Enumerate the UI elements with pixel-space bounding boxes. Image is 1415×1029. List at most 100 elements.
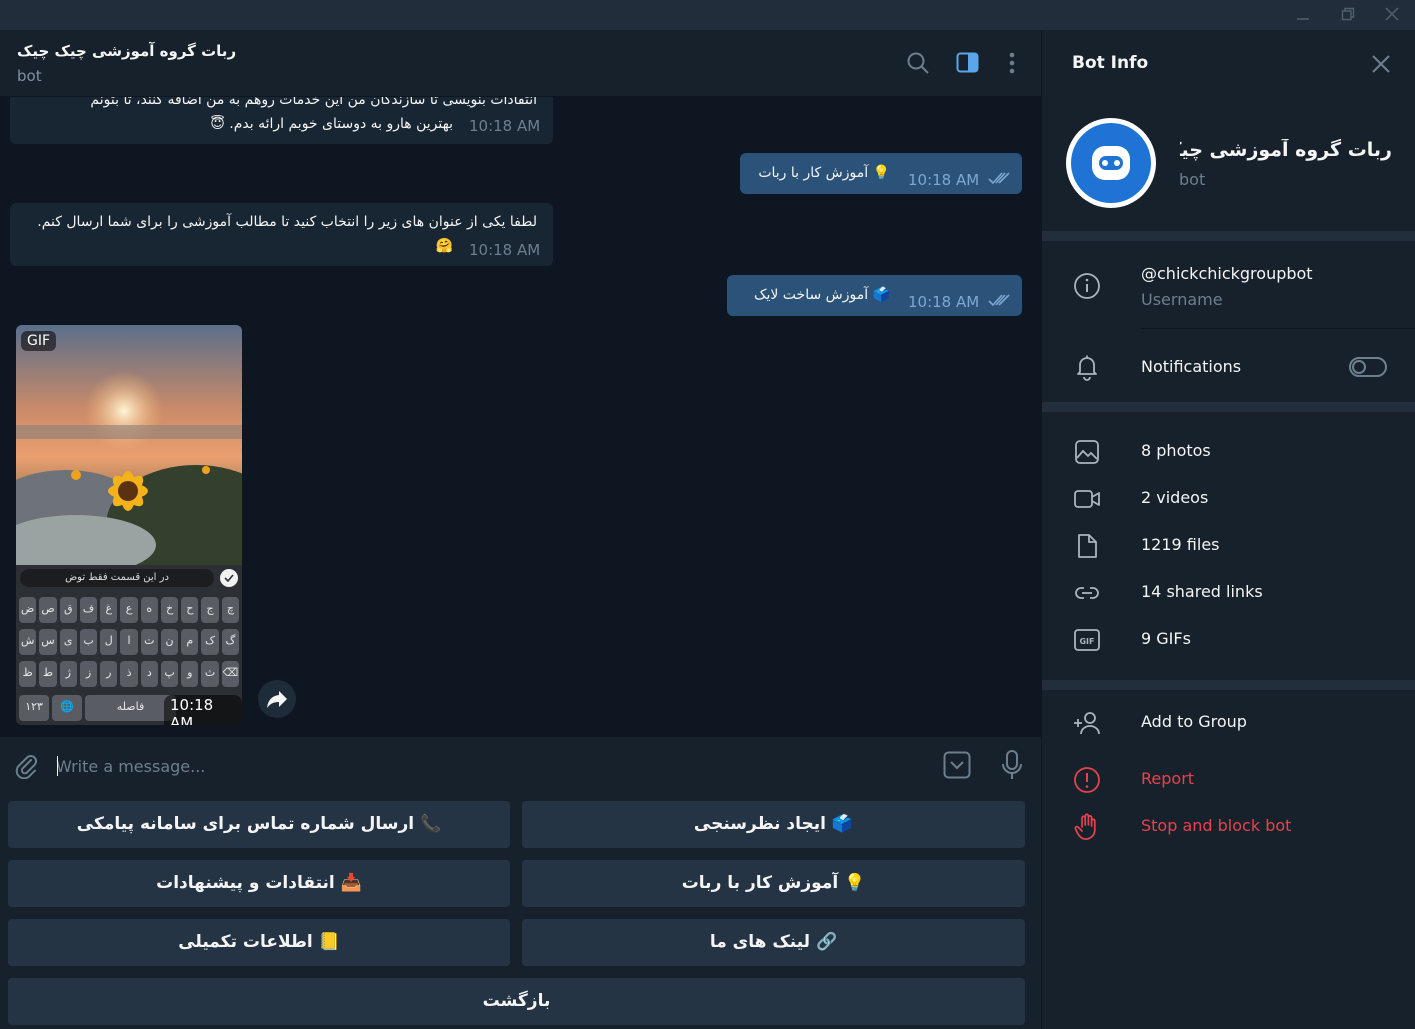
media-shared-links[interactable]: 14 shared links [1141, 582, 1263, 601]
bot-info-panel: Bot Info ربات گروه آموزشی چیک ... bot @c… [1042, 30, 1415, 1029]
media-gifs[interactable]: 9 GIFs [1141, 629, 1191, 648]
keyboard-key: ر [100, 661, 118, 687]
chat-title[interactable]: ربات گروه آموزشی چیک چیک [17, 42, 236, 60]
file-icon [1072, 531, 1102, 561]
message-time: 10:18 AM [908, 171, 980, 189]
close-panel-icon[interactable] [1369, 52, 1393, 76]
toggle-knob [1352, 360, 1366, 374]
keyboard-button-sms-contact[interactable]: 📞 ارسال شماره تماس برای سامانه پیامکی [8, 801, 510, 848]
avatar[interactable] [1066, 118, 1156, 208]
keyboard-key: د [140, 661, 158, 687]
message-time: 10:18 AM [469, 117, 541, 135]
keyboard-key: ک [201, 629, 219, 655]
section-separator [1042, 402, 1415, 412]
message-text: 💡 آموزش کار با ربات [758, 165, 890, 181]
keyboard-button-more-info[interactable]: 📒 اطلاعات تکمیلی [8, 919, 510, 966]
keyboard-key: ث [201, 661, 219, 687]
keyboard-key: چ [221, 597, 239, 623]
more-vertical-icon[interactable] [999, 50, 1025, 76]
caption-field: در این قسمت فقط توض [20, 569, 214, 587]
keyboard-key: ش [19, 629, 37, 655]
keyboard-key: خ [160, 597, 179, 623]
keyboard-key: ح [181, 597, 199, 623]
message-text-line: انتقادات بنویسی تا سازندکان من این خدمات… [90, 97, 537, 108]
keyboard-key: ن [160, 629, 179, 655]
row-divider [1141, 328, 1415, 329]
keyboard-button-our-links[interactable]: 🔗 لینک های ما [522, 919, 1025, 966]
add-to-group-button[interactable]: Add to Group [1141, 712, 1247, 731]
keyboard-row: ⌫ ث و پ د ذ ر ز ژ ط ظ [16, 661, 242, 687]
username-label: Username [1141, 290, 1223, 309]
keyboard-key: ا [120, 629, 138, 655]
keyboard-key: غ [100, 597, 118, 623]
keyboard-key: فاصله [85, 695, 176, 721]
keyboard-key: س [39, 629, 57, 655]
keyboard-key: ب [79, 629, 98, 655]
stop-block-bot-button[interactable]: Stop and block bot [1141, 816, 1291, 835]
svg-text:GIF: GIF [1079, 637, 1094, 646]
gif-badge: GIF [21, 331, 57, 351]
message-text-line: لطفا یکی از عنوان های زیر را انتخاب کنید… [37, 214, 537, 230]
chat-header[interactable]: ربات گروه آموزشی چیک چیک bot [0, 30, 1041, 97]
forward-button[interactable] [258, 680, 296, 718]
notifications-toggle[interactable] [1349, 357, 1387, 377]
read-ticks-icon [988, 294, 1010, 307]
info-icon [1072, 271, 1102, 301]
report-button[interactable]: Report [1141, 769, 1194, 788]
keyboard-key: ت [140, 629, 158, 655]
keyboard-key: 🌐 [52, 695, 83, 721]
section-separator [1042, 680, 1415, 690]
keyboard-key: ج [201, 597, 219, 623]
keyboard-key: ⌫ [221, 661, 239, 687]
username-value[interactable]: @chickchickgroupbot [1141, 264, 1313, 283]
video-icon [1072, 484, 1102, 514]
report-icon [1072, 765, 1102, 795]
media-videos[interactable]: 2 videos [1141, 488, 1208, 507]
forward-icon [267, 691, 287, 708]
message-text: 🗳️ آموزش ساخت لایک [753, 287, 890, 303]
keyboard-key: ظ [19, 661, 37, 687]
link-icon [1072, 578, 1102, 608]
keyboard-row: چ ج ح خ ه ع غ ف ق ص ض [16, 597, 242, 623]
reply-keyboard: 📞 ارسال شماره تماس برای سامانه پیامکی 🗳️… [0, 793, 1041, 1029]
read-ticks-icon [988, 172, 1010, 185]
microphone-icon[interactable] [998, 749, 1026, 781]
message-outgoing[interactable]: 🗳️ آموزش ساخت لایک 10:18 AM [727, 275, 1022, 316]
message-composer[interactable] [0, 737, 1041, 793]
keyboard-button-bot-tutorial[interactable]: 💡 آموزش کار با ربات [522, 860, 1025, 907]
bot-keyboard-icon[interactable] [943, 751, 971, 779]
minimize-icon[interactable] [1289, 4, 1317, 26]
message-incoming[interactable]: انتقادات بنویسی تا سازندکان من این خدمات… [10, 97, 553, 144]
window-titlebar [0, 0, 1415, 30]
message-outgoing[interactable]: 💡 آموزش کار با ربات 10:18 AM [740, 153, 1022, 194]
keyboard-button-back[interactable]: بازگشت [8, 978, 1025, 1025]
keyboard-key: پ [160, 661, 179, 687]
restore-icon[interactable] [1334, 4, 1362, 26]
text-caret [57, 756, 58, 776]
photo-icon [1072, 437, 1102, 467]
keyboard-key: ق [59, 597, 77, 623]
message-input[interactable] [56, 754, 916, 778]
keyboard-key: ع [120, 597, 138, 623]
section-separator [1042, 231, 1415, 241]
message-time: 10:18 AM [469, 241, 541, 259]
bot-name: ربات گروه آموزشی چیک ... [1180, 139, 1392, 161]
media-files[interactable]: 1219 files [1141, 535, 1220, 554]
keyboard-key: ژ [59, 661, 77, 687]
media-photos[interactable]: 8 photos [1141, 441, 1211, 460]
gif-message[interactable]: GIF در این قسمت فقط توض چ ج ح خ ه ع غ ف … [16, 325, 242, 725]
keyboard-key: ی [59, 629, 77, 655]
keyboard-button-feedback[interactable]: 📥 انتقادات و پیشنهادات [8, 860, 510, 907]
sidebar-toggle-icon[interactable] [955, 50, 981, 76]
gif-preview-image [16, 325, 242, 565]
message-list[interactable]: انتقادات بنویسی تا سازندکان من این خدمات… [0, 97, 1041, 737]
search-icon[interactable] [905, 50, 931, 76]
close-icon[interactable] [1378, 4, 1406, 26]
keyboard-key: ف [79, 597, 98, 623]
keyboard-key: گ [221, 629, 239, 655]
attach-icon[interactable] [12, 751, 40, 780]
message-text-line: 🤗 [435, 238, 453, 254]
message-time: 10:18 AM [164, 695, 242, 725]
keyboard-button-create-poll[interactable]: 🗳️ ایجاد نظرسنجی [522, 801, 1025, 848]
message-incoming[interactable]: لطفا یکی از عنوان های زیر را انتخاب کنید… [10, 203, 553, 266]
